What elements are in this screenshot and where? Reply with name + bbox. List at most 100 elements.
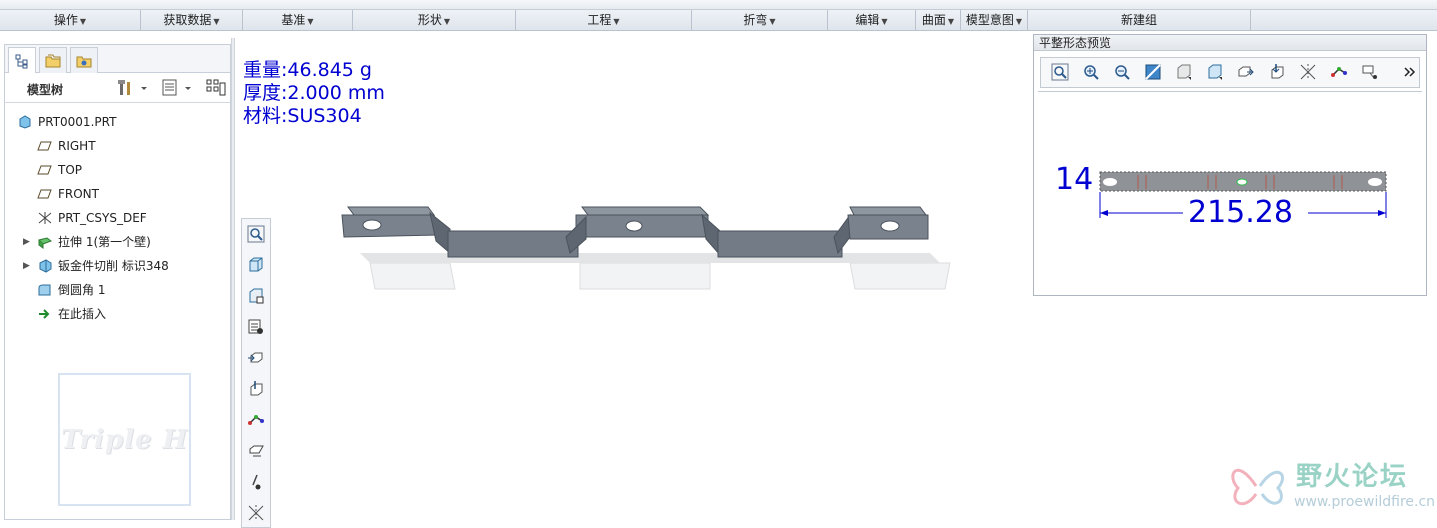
display-style-icon [247,318,265,339]
point-display-button[interactable] [1295,61,1321,85]
datum-axis-display-icon [247,380,265,401]
display-style-button[interactable] [244,316,268,340]
tree-item[interactable]: 倒圆角 1 [5,279,230,301]
point-display-button[interactable] [244,502,268,526]
tree-item[interactable]: TOP [5,159,230,181]
shaded-view-icon [247,256,265,277]
part-body [341,206,929,258]
ribbon-group-4[interactable]: 工程 ▼ [516,10,692,30]
ribbon-group-8[interactable]: 模型意图 ▼ [961,10,1028,30]
tree-filter-button[interactable] [205,78,227,98]
shading-button[interactable] [1171,61,1197,85]
ribbon-group-7[interactable]: 曲面 ▼ [916,10,961,30]
part-icon [17,115,33,129]
annotation-display-button[interactable] [1357,61,1383,85]
chevron-down-icon: ▼ [307,17,314,26]
axis-tag-button[interactable] [244,471,268,495]
saved-views-icon [247,287,265,308]
expand-arrow-icon[interactable]: ▶ [23,231,30,253]
more-button[interactable] [1396,61,1422,85]
tree-item-label: 在此插入 [58,307,107,321]
ribbon-group-label: 编辑 [855,13,880,27]
axis-display-icon [1268,63,1286,84]
ribbon-group-2[interactable]: 基准 ▼ [243,10,353,30]
expand-arrow-icon[interactable]: ▶ [23,255,30,277]
ribbon-group-label: 基准 [281,13,306,27]
model-tree-icon [15,54,28,69]
chevron-down-icon: ▼ [947,17,955,26]
axis-display-button[interactable] [1264,61,1290,85]
tree-item[interactable]: ▶ 钣金件切削 标识348 [5,255,230,277]
chevron-down-icon: ▼ [613,17,620,26]
tab-favorites[interactable] [70,47,98,73]
zoom-in-button[interactable] [1078,61,1104,85]
tree-item[interactable]: PRT0001.PRT [5,111,230,133]
navigator-tabs [5,45,230,74]
datum-plane-display-button[interactable] [244,347,268,371]
flat-preview-canvas[interactable]: 14 215.28 [1038,91,1422,291]
flat-hole [1103,178,1117,186]
ribbon-group-0[interactable]: 操作 ▼ [0,10,141,30]
datum-plane-icon [37,139,53,153]
tree-item-label: PRT_CSYS_DEF [58,211,147,225]
folder-icon [45,54,61,67]
tree-settings-button[interactable] [117,79,153,97]
ribbon-group-3[interactable]: 形状 ▼ [353,10,516,30]
repaint-button[interactable] [1140,61,1166,85]
sheet-metal-model[interactable] [330,193,970,303]
material-readout: 材料:SUS304 [243,105,362,127]
ribbon-group-5[interactable]: 折弯 ▼ [692,10,828,30]
tree-columns-button[interactable] [161,79,197,97]
favorites-icon [76,56,92,67]
tree-item[interactable]: RIGHT [5,135,230,157]
csys-display-icon [247,411,265,432]
csys-display-button[interactable] [1326,61,1352,85]
tree-item[interactable]: ▶ 拉伸 1(第一个壁) [5,231,230,253]
plane-tag-button[interactable] [244,440,268,464]
tree-item-label: FRONT [58,187,99,201]
flat-preview-title: 平整形态预览 [1034,35,1426,51]
part-shadow [360,253,940,263]
shaded-view-button[interactable] [244,254,268,278]
ribbon-group-1[interactable]: 获取数据 ▼ [141,10,243,30]
tree-item[interactable]: FRONT [5,183,230,205]
csys-display-icon [1330,63,1348,84]
sheetmetal-cut-icon [37,259,53,273]
tree-item-label: 拉伸 1(第一个壁) [58,235,151,249]
plane-display-button[interactable] [1233,61,1259,85]
flat-pattern-drawing [1099,171,1387,218]
zoom-in-icon [1082,63,1100,84]
tab-folder-browser[interactable] [39,47,67,73]
zoom-out-button[interactable] [1109,61,1135,85]
logo-name: 野火论坛 [1296,462,1409,492]
ribbon-command-strip [0,0,1437,10]
tree-item[interactable]: 在此插入 [5,303,230,325]
chevron-down-icon: ▼ [443,17,451,26]
tree-item-label: PRT0001.PRT [38,115,117,129]
zoom-out-icon [1113,63,1131,84]
ribbon-group-bar: 操作 ▼ 获取数据 ▼ 基准 ▼ 形状 ▼ 工程 ▼ 折弯 ▼ 编辑 ▼ 曲面 ▼ 模型意图 ▼ 新建组 [0,10,1437,31]
point-display-icon [247,504,265,525]
watermark-text: Triple H [60,424,189,455]
chevron-down-icon: ▼ [769,17,776,26]
datum-axis-display-button[interactable] [244,378,268,402]
thickness-readout: 厚度:2.000 mm [243,82,385,104]
zoom-fit-button[interactable] [244,223,268,247]
chevron-down-icon: ▼ [881,17,888,26]
part-reflection [369,262,951,290]
datum-plane-icon [37,187,53,201]
tree-item-label: RIGHT [58,139,96,153]
tab-model-tree[interactable] [8,47,36,74]
saved-views-button[interactable] [244,285,268,309]
datum-plane-display-icon [247,349,265,370]
ribbon-group-9[interactable]: 新建组 [1028,10,1251,30]
ribbon-group-label: 曲面 [921,13,946,27]
saved-view-button[interactable] [1202,61,1228,85]
tree-item[interactable]: PRT_CSYS_DEF [5,207,230,229]
ribbon-group-6[interactable]: 编辑 ▼ [828,10,916,30]
list-icon [162,79,191,96]
csys-display-button[interactable] [244,409,268,433]
chevron-down-icon: ▼ [79,17,87,26]
round-icon [37,283,53,297]
zoom-fit-button[interactable] [1047,61,1073,85]
